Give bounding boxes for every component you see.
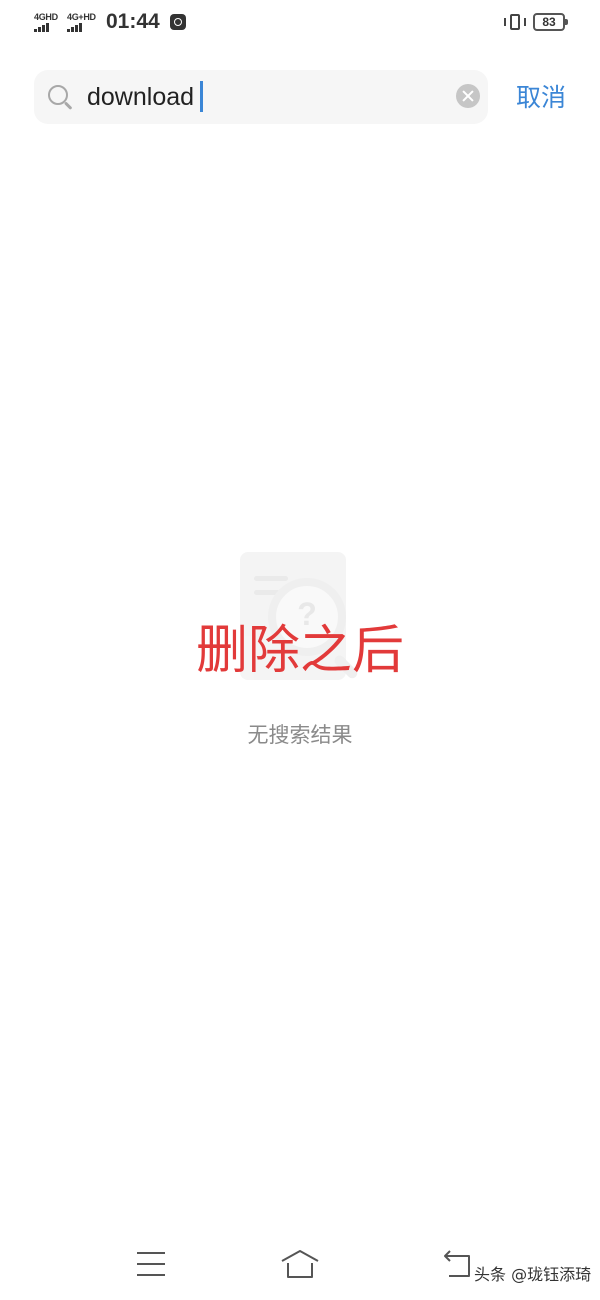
clock: 01:44: [106, 10, 160, 33]
clear-icon[interactable]: [456, 84, 480, 108]
search-icon: [48, 85, 74, 111]
battery-level: 83: [542, 15, 556, 29]
network-type-2: 4G+HD: [67, 12, 96, 22]
search-box[interactable]: [34, 70, 488, 124]
signal-bars-icon: [67, 23, 82, 32]
annotation-caption: 删除之后: [195, 621, 404, 681]
vibrate-icon: [504, 13, 526, 31]
signal-1: 4GHD: [34, 12, 58, 32]
back-icon[interactable]: [441, 1250, 473, 1278]
text-cursor: [200, 81, 203, 112]
home-icon[interactable]: [280, 1249, 320, 1279]
network-type-1: 4GHD: [34, 12, 58, 22]
signal-2: 4G+HD: [67, 12, 96, 32]
cancel-button[interactable]: 取消: [516, 80, 566, 116]
signal-bars-icon: [34, 23, 49, 32]
search-input[interactable]: [87, 79, 447, 115]
battery-icon: 83: [533, 13, 568, 31]
menu-icon[interactable]: [137, 1252, 165, 1276]
notification-app-icon: [170, 14, 186, 30]
empty-state-message: 无搜索结果: [247, 723, 353, 747]
status-bar: 4GHD 4G+HD 01:44 83: [0, 0, 600, 46]
watermark: 头条 @珑钰添琦: [474, 1265, 592, 1284]
